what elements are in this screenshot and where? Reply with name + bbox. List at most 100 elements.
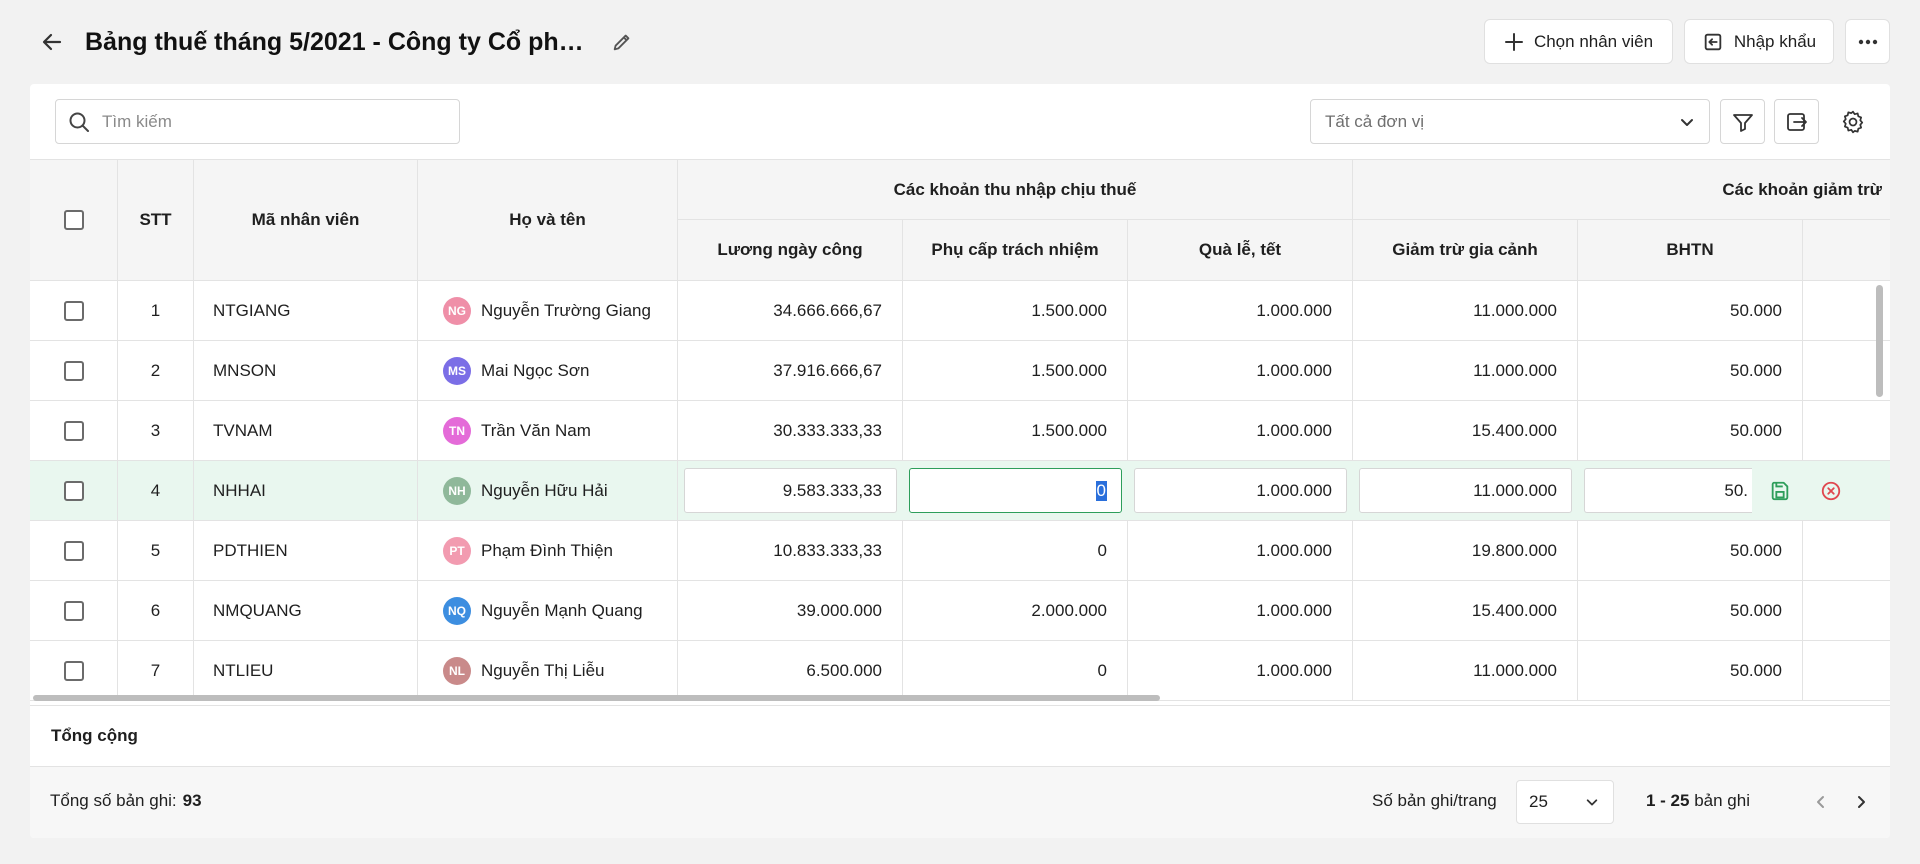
row-full-name-cell: NH Nguyễn Hữu Hải — [418, 461, 678, 520]
row-employee-code: NMQUANG — [194, 581, 418, 640]
row-checkbox-cell — [30, 581, 118, 640]
page-title: Bảng thuế tháng 5/2021 - Công ty Cổ phần… — [85, 28, 595, 56]
row-bhtn: 50.000 — [1578, 581, 1803, 640]
bhtn-input[interactable]: 50. — [1584, 468, 1752, 513]
pencil-icon — [613, 34, 630, 51]
row-allowance: 1.500.000 — [903, 401, 1128, 460]
row-bhtn: 50.000 — [1578, 401, 1803, 460]
family-deduction-input[interactable]: 11.000.000 — [1359, 468, 1572, 513]
page-header: Bảng thuế tháng 5/2021 - Công ty Cổ phần… — [0, 0, 1920, 84]
row-family-deduction: 19.800.000 — [1353, 521, 1578, 580]
row-checkbox[interactable] — [63, 360, 84, 381]
row-gift: 1.000.000 — [1128, 341, 1353, 400]
row-allowance: 1.500.000 — [903, 341, 1128, 400]
header-full-name: Họ và tên — [418, 160, 678, 281]
row-checkbox[interactable] — [63, 480, 84, 501]
table-row[interactable]: 1 NTGIANG NG Nguyễn Trường Giang 34.666.… — [30, 281, 1890, 341]
gift-input[interactable]: 1.000.000 — [1134, 468, 1347, 513]
row-employee-code: NTLIEU — [194, 641, 418, 700]
import-button[interactable]: Nhập khẩu — [1684, 19, 1834, 64]
row-allowance: 1.500.000 — [903, 281, 1128, 340]
row-checkbox[interactable] — [63, 300, 84, 321]
per-page-select[interactable]: 25 — [1516, 780, 1614, 824]
import-label: Nhập khẩu — [1733, 31, 1817, 51]
avatar: TN — [443, 416, 471, 445]
avatar: NG — [443, 296, 471, 325]
filter-button[interactable] — [1720, 99, 1765, 144]
row-employee-code: NHHAI — [194, 461, 418, 520]
per-page-label: Số bản ghi/trang — [1372, 791, 1497, 810]
row-checkbox[interactable] — [63, 660, 84, 681]
row-full-name: Trần Văn Nam — [481, 420, 591, 440]
choose-employee-button[interactable]: Chọn nhân viên — [1484, 19, 1673, 64]
gear-icon — [1842, 110, 1863, 133]
arrow-left-icon — [42, 33, 62, 51]
table-row[interactable]: 6 NMQUANG NQ Nguyễn Mạnh Quang 39.000.00… — [30, 581, 1890, 641]
row-gift: 1.000.000 — [1128, 521, 1353, 580]
next-page-button[interactable] — [1846, 787, 1876, 817]
header-employee-code: Mã nhân viên — [194, 160, 418, 281]
row-checkbox-cell — [30, 281, 118, 340]
row-full-name-cell: NQ Nguyễn Mạnh Quang — [418, 581, 678, 640]
table-row[interactable]: 7 NTLIEU NL Nguyễn Thị Liễu 6.500.000 0 … — [30, 641, 1890, 701]
row-checkbox-cell — [30, 401, 118, 460]
select-all-checkbox[interactable] — [63, 210, 84, 230]
prev-page-button[interactable] — [1806, 787, 1836, 817]
save-row-button[interactable] — [1767, 478, 1793, 504]
header-responsibility-allowance: Phụ cấp trách nhiệm — [903, 220, 1128, 281]
table-row[interactable]: 3 TVNAM TN Trần Văn Nam 30.333.333,33 1.… — [30, 401, 1890, 461]
row-stt: 3 — [118, 401, 194, 460]
unit-select[interactable]: Tất cả đơn vị — [1310, 99, 1710, 144]
table-toolbar: Tất cả đơn vị — [30, 84, 1890, 159]
row-wage: 37.916.666,67 — [678, 341, 903, 400]
row-checkbox[interactable] — [63, 600, 84, 621]
row-gift: 1.000.000 — [1128, 641, 1353, 700]
row-gift: 1.000.000 — [1128, 281, 1353, 340]
allowance-input[interactable]: 0 — [909, 468, 1122, 513]
more-horizontal-icon — [1858, 39, 1877, 44]
row-next-column — [1803, 581, 1890, 640]
search-input[interactable] — [102, 111, 442, 132]
edit-title-button[interactable] — [606, 26, 638, 58]
table-row-editing[interactable]: 4 NHHAI NH Nguyễn Hữu Hải 9.583.333,33 0… — [30, 461, 1890, 521]
row-stt: 4 — [118, 461, 194, 520]
row-stt: 7 — [118, 641, 194, 700]
search-box[interactable] — [55, 99, 460, 144]
row-allowance: 0 — [903, 641, 1128, 700]
row-checkbox[interactable] — [63, 420, 84, 441]
cancel-row-button[interactable] — [1818, 478, 1844, 504]
header-wage: Lương ngày công — [678, 220, 903, 281]
row-bhtn: 50.000 — [1578, 521, 1803, 580]
more-options-button[interactable] — [1845, 19, 1890, 64]
filter-icon — [1732, 113, 1753, 132]
row-stt: 2 — [118, 341, 194, 400]
header-stt: STT — [118, 160, 194, 281]
record-range-bold: 1 - 25 — [1646, 791, 1690, 810]
chevron-right-icon — [1858, 796, 1865, 808]
row-full-name-cell: NL Nguyễn Thị Liễu — [418, 641, 678, 700]
row-family-deduction: 15.400.000 — [1353, 401, 1578, 460]
vertical-scrollbar[interactable] — [1876, 285, 1883, 397]
settings-button[interactable] — [1830, 99, 1875, 144]
unit-select-value: Tất cả đơn vị — [1325, 111, 1425, 131]
row-full-name-cell: MS Mai Ngọc Sơn — [418, 341, 678, 400]
table-row[interactable]: 5 PDTHIEN PT Phạm Đình Thiện 10.833.333,… — [30, 521, 1890, 581]
avatar: NL — [443, 656, 471, 685]
row-bhtn: 50.000 — [1578, 641, 1803, 700]
row-checkbox[interactable] — [63, 540, 84, 561]
chevron-down-icon — [1681, 118, 1693, 126]
back-button[interactable] — [34, 24, 70, 60]
wage-input[interactable]: 9.583.333,33 — [684, 468, 897, 513]
row-full-name-cell: TN Trần Văn Nam — [418, 401, 678, 460]
row-wage: 34.666.666,67 — [678, 281, 903, 340]
horizontal-scrollbar[interactable] — [33, 695, 1160, 701]
row-full-name: Nguyễn Mạnh Quang — [481, 600, 643, 620]
row-gift: 1.000.000 — [1128, 581, 1353, 640]
row-family-deduction: 11.000.000 — [1353, 341, 1578, 400]
row-stt: 6 — [118, 581, 194, 640]
tax-table: STT Mã nhân viên Họ và tên Các khoản thu… — [30, 159, 1890, 705]
export-button[interactable] — [1774, 99, 1819, 144]
record-range-suffix: bản ghi — [1689, 791, 1750, 810]
row-wage: 6.500.000 — [678, 641, 903, 700]
table-row[interactable]: 2 MNSON MS Mai Ngọc Sơn 37.916.666,67 1.… — [30, 341, 1890, 401]
